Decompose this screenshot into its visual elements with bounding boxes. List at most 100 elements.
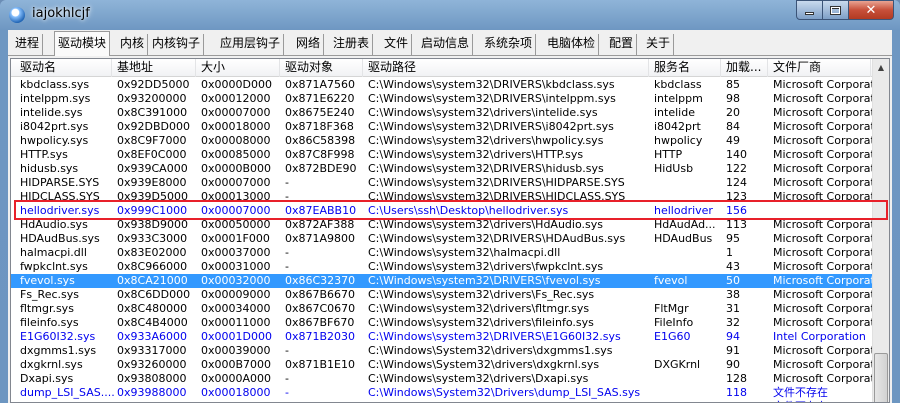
tab-10[interactable]: 电脑体检 — [544, 34, 600, 55]
table-row[interactable]: HdAudio.sys 0x938D9000 0x00050000 0x872AF38… — [11, 218, 875, 232]
cell-base: 0x8C6DD000 — [117, 288, 191, 301]
tab-5[interactable]: 网络 — [293, 34, 325, 55]
table-row[interactable]: fltmgr.sys 0x8C480000 0x00034000 0x867C0670… — [11, 302, 875, 316]
cell-base: 0x93200000 — [117, 92, 187, 105]
table-row[interactable]: dxgmms1.sys 0x93317000 0x00039000 - C:\Windo… — [11, 344, 875, 358]
cell-order: 32 — [726, 316, 740, 329]
maximize-button[interactable] — [823, 0, 849, 20]
cell-order: 95 — [726, 232, 740, 245]
cell-name: HdAudio.sys — [20, 218, 88, 231]
cell-name: hellodriver.sys — [20, 204, 100, 217]
scroll-up-button[interactable]: ▲ — [873, 59, 889, 76]
table-row[interactable]: intelppm.sys 0x93200000 0x00012000 0x871E62… — [11, 92, 875, 106]
tab-11[interactable]: 配置 — [606, 34, 638, 55]
table-row[interactable]: fwpkclnt.sys 0x8C966000 0x00031000 - C:\Wind… — [11, 260, 875, 274]
cell-base: 0x93317000 — [117, 344, 187, 357]
cell-vendor: Microsoft Corporation — [773, 134, 873, 147]
column-header-6[interactable]: 加载... — [721, 59, 768, 77]
cell-order: 123 — [726, 190, 747, 203]
cell-svc: E1G60 — [654, 330, 691, 343]
tab-12[interactable]: 关于 — [643, 34, 675, 55]
cell-obj: 0x871B1E10 — [285, 358, 355, 371]
tab-3[interactable]: 内核钩子 — [149, 34, 205, 55]
tab-2[interactable]: 内核 — [117, 34, 149, 55]
cell-base: 0x939E8000 — [117, 176, 187, 189]
column-header-4[interactable]: 驱动路径 — [363, 59, 649, 77]
tab-6[interactable]: 注册表 — [330, 34, 374, 55]
cell-name: halmacpi.dll — [20, 246, 87, 259]
table-row[interactable]: intelide.sys 0x8C391000 0x00007000 0x8675E2… — [11, 106, 875, 120]
close-button[interactable]: ✕ — [849, 0, 894, 20]
column-header-5[interactable]: 服务名 — [649, 59, 721, 77]
cell-name: dump_LSI_SAS.... — [20, 386, 114, 399]
cell-base: 0x8C391000 — [117, 106, 188, 119]
table-row[interactable]: HIDCLASS.SYS 0x939D5000 0x00013000 - C:\Wind… — [11, 190, 875, 204]
cell-obj: 0x86C58398 — [285, 134, 356, 147]
cell-base: 0x939D5000 — [117, 190, 188, 203]
title-bar[interactable]: iajokhlcjf ✕ — [0, 0, 900, 30]
tab-4[interactable]: 应用层钩子 — [217, 34, 285, 55]
cell-order: 98 — [726, 92, 740, 105]
cell-order: 128 — [726, 372, 747, 385]
cell-size: 0x0000B000 — [201, 162, 272, 175]
table-row[interactable]: Fs_Rec.sys 0x8C6DD000 0x00009000 0x867B6670… — [11, 288, 875, 302]
cell-name: fwpkclnt.sys — [20, 260, 88, 273]
cell-size: 0x00050000 — [201, 218, 271, 231]
table-row[interactable]: E1G60I32.sys 0x933A6000 0x0001D000 0x871B20… — [11, 330, 875, 344]
table-row[interactable]: fvevol.sys 0x8CA21000 0x00032000 0x86C32370… — [11, 274, 875, 288]
cell-base: 0x8C4B4000 — [117, 316, 188, 329]
list-header: 驱动名 基地址 大小 驱动对象 驱动路径 服务名 加载... 文件厂商 — [11, 59, 875, 77]
table-row[interactable]: HTTP.sys 0x8EF0C000 0x00085000 0x87C8F998 C:… — [11, 148, 875, 162]
column-header-7[interactable]: 文件厂商 — [768, 59, 871, 77]
cell-obj: 0x871E6220 — [285, 92, 355, 105]
vertical-scrollbar[interactable]: ▲ — [872, 59, 889, 402]
table-row[interactable]: HDAudBus.sys 0x933C3000 0x0001F000 0x871A98… — [11, 232, 875, 246]
cell-vendor: Microsoft Corporation — [773, 302, 873, 315]
cell-svc: FltMgr — [654, 302, 689, 315]
cell-vendor: Microsoft Corporation — [773, 232, 873, 245]
driver-module-list[interactable]: 驱动名 基地址 大小 驱动对象 驱动路径 服务名 加载... 文件厂商 kbdclass.sy… — [10, 58, 890, 403]
cell-size: 0x00037000 — [201, 246, 271, 259]
cell-svc: DXGKrnl — [654, 358, 701, 371]
cell-obj: 0x86C32370 — [285, 274, 356, 287]
tab-1[interactable]: 驱动模块 — [54, 31, 111, 56]
minimize-icon — [805, 11, 814, 15]
table-row[interactable]: hwpolicy.sys 0x8C9F7000 0x00008000 0x86C583… — [11, 134, 875, 148]
tab-8[interactable]: 启动信息 — [418, 34, 474, 55]
cell-size: 0x00011000 — [201, 316, 271, 329]
column-header-3[interactable]: 驱动对象 — [280, 59, 363, 77]
cell-name: fltmgr.sys — [20, 302, 74, 315]
table-row[interactable]: i8042prt.sys 0x92DBD000 0x00018000 0x8718F3… — [11, 120, 875, 134]
tab-9[interactable]: 系统杂项 — [481, 34, 537, 55]
cell-name: kbdclass.sys — [20, 78, 90, 91]
cell-order: 1 — [726, 246, 733, 259]
table-row[interactable]: kbdclass.sys 0x92DD5000 0x0000D000 0x871A75… — [11, 78, 875, 92]
table-row[interactable]: dxgkrnl.sys 0x93260000 0x000B7000 0x871B1E1… — [11, 358, 875, 372]
tab-7[interactable]: 文件 — [381, 34, 413, 55]
column-header-2[interactable]: 大小 — [196, 59, 280, 77]
cell-name: intelide.sys — [20, 106, 83, 119]
cell-base: 0x8CA21000 — [117, 274, 188, 287]
table-row[interactable]: dump_LSI_SAS.... 0x93988000 0x00018000 - C:\… — [11, 386, 875, 400]
table-row[interactable]: HIDPARSE.SYS 0x939E8000 0x00007000 - C:\Wind… — [11, 176, 875, 190]
cell-svc — [651, 344, 723, 358]
cell-vendor: Intel Corporation — [773, 330, 866, 343]
cell-svc: fvevol — [654, 274, 688, 287]
tab-0[interactable]: 进程 — [12, 34, 44, 55]
cell-obj: 0x867BF670 — [285, 316, 355, 329]
table-row[interactable]: fileinfo.sys 0x8C4B4000 0x00011000 0x867BF6… — [11, 316, 875, 330]
cell-vendor: Microsoft Corporation — [773, 148, 873, 161]
column-header-1[interactable]: 基地址 — [112, 59, 196, 77]
table-row[interactable]: halmacpi.dll 0x83E02000 0x00037000 - C:\Wind… — [11, 246, 875, 260]
minimize-button[interactable] — [796, 0, 823, 20]
cell-path: C:\Users\ssh\Desktop\hellodriver.sys — [368, 204, 569, 217]
cell-path: C:\Windows\system32\DRIVERS\intelppm.sys — [368, 92, 616, 105]
cell-size: 0x00009000 — [201, 288, 271, 301]
cell-name: fileinfo.sys — [20, 316, 79, 329]
cell-name: HTTP.sys — [20, 148, 68, 161]
table-row[interactable]: hellodriver.sys 0x999C1000 0x00007000 0x87E… — [11, 204, 875, 218]
table-row[interactable]: Dxapi.sys 0x93808000 0x0000A000- C:\Windows… — [11, 372, 875, 386]
scroll-thumb[interactable] — [874, 353, 888, 402]
table-row[interactable]: hidusb.sys 0x939CA000 0x0000B000 0x872BDE90… — [11, 162, 875, 176]
column-header-0[interactable]: 驱动名 — [15, 59, 112, 77]
